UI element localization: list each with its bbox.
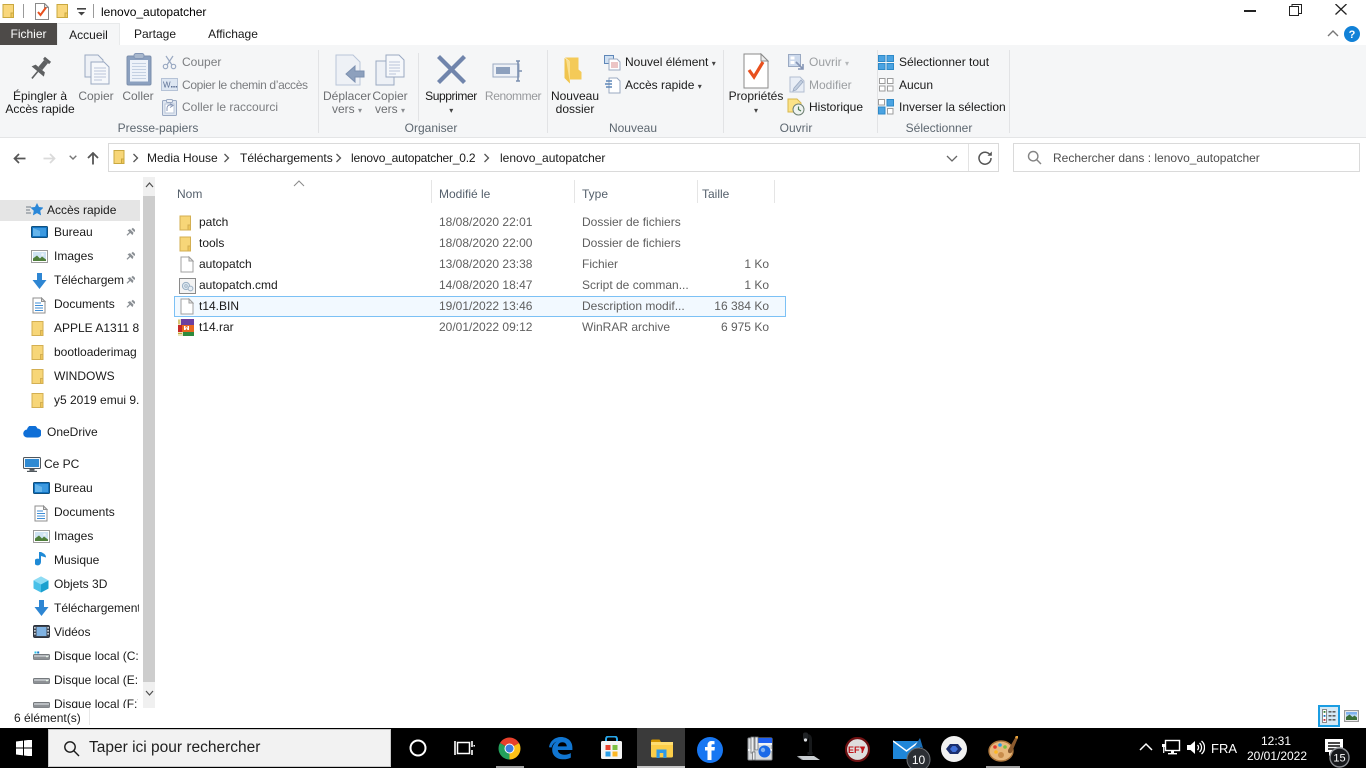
svg-text:W: W <box>163 81 171 90</box>
svg-text:10: 10 <box>912 753 926 767</box>
svg-text:15: 15 <box>1333 753 1345 765</box>
svg-text:?: ? <box>1349 29 1356 41</box>
